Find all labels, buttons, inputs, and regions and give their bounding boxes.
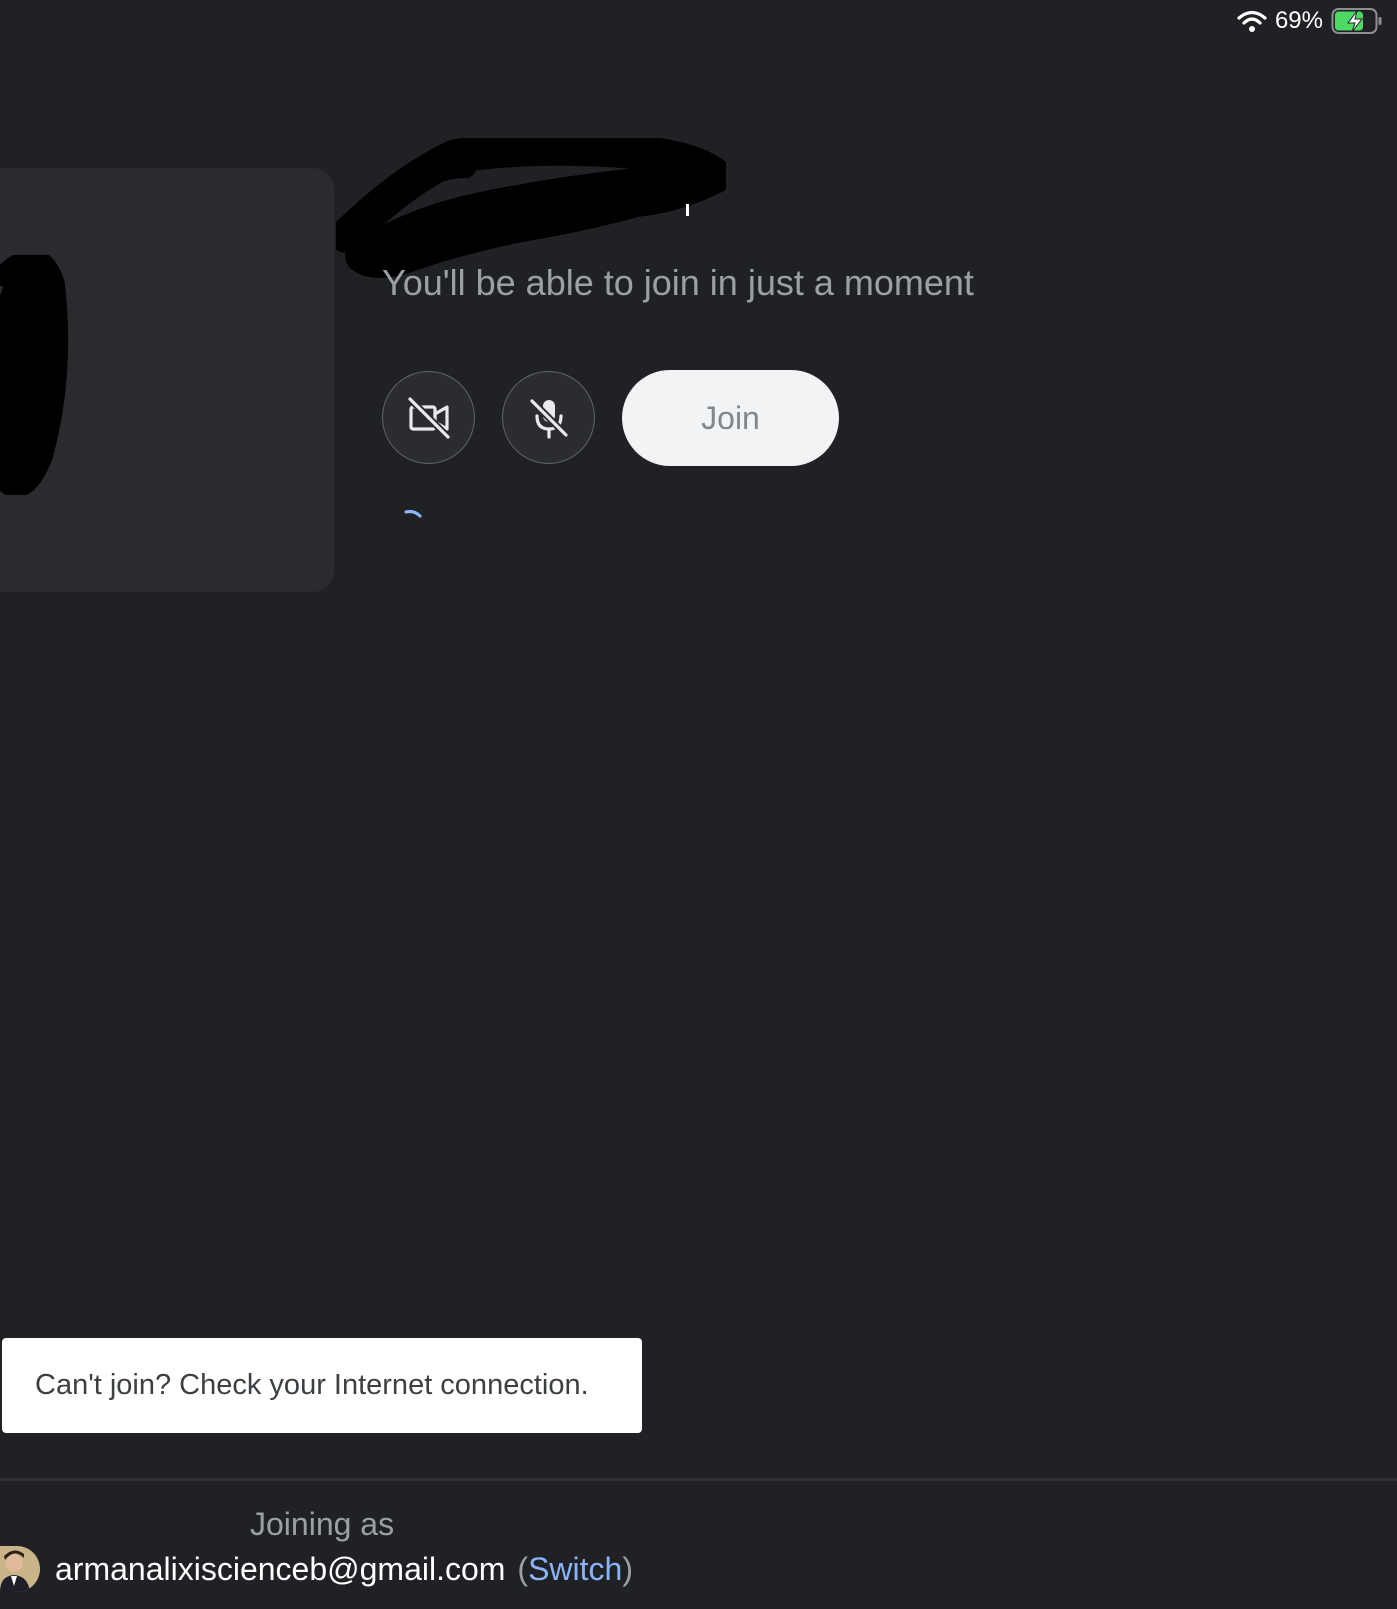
battery-charging-icon — [1331, 8, 1382, 34]
snackbar-message: Can't join? Check your Internet connecti… — [35, 1369, 589, 1401]
connection-snackbar: Can't join? Check your Internet connecti… — [2, 1338, 642, 1433]
open-paren: ( — [517, 1550, 529, 1587]
avatar — [0, 1546, 40, 1592]
camera-off-icon — [407, 396, 450, 439]
footer-divider — [0, 1478, 1397, 1481]
wifi-icon — [1237, 10, 1267, 32]
switch-account-link[interactable]: Switch — [528, 1551, 622, 1588]
microphone-toggle-button[interactable] — [502, 371, 595, 464]
meeting-title-redacted — [336, 138, 726, 278]
account-email: armanalixiscienceb@gmail.com — [55, 1550, 506, 1587]
microphone-off-icon — [529, 398, 568, 439]
loading-spinner-icon — [404, 509, 422, 518]
joining-as-label: Joining as — [250, 1506, 395, 1542]
account-row: armanalixiscienceb@gmail.com ( Switch ) — [0, 1545, 633, 1593]
battery-percent: 69% — [1274, 7, 1323, 34]
avatar-image — [0, 1546, 40, 1592]
camera-toggle-button[interactable] — [382, 371, 475, 464]
close-paren: ) — [622, 1550, 633, 1587]
redaction-scribble — [0, 255, 69, 495]
join-button[interactable]: Join — [622, 370, 839, 466]
status-bar: 69% — [1237, 6, 1383, 36]
join-status-message: You'll be able to join in just a moment — [382, 262, 974, 303]
